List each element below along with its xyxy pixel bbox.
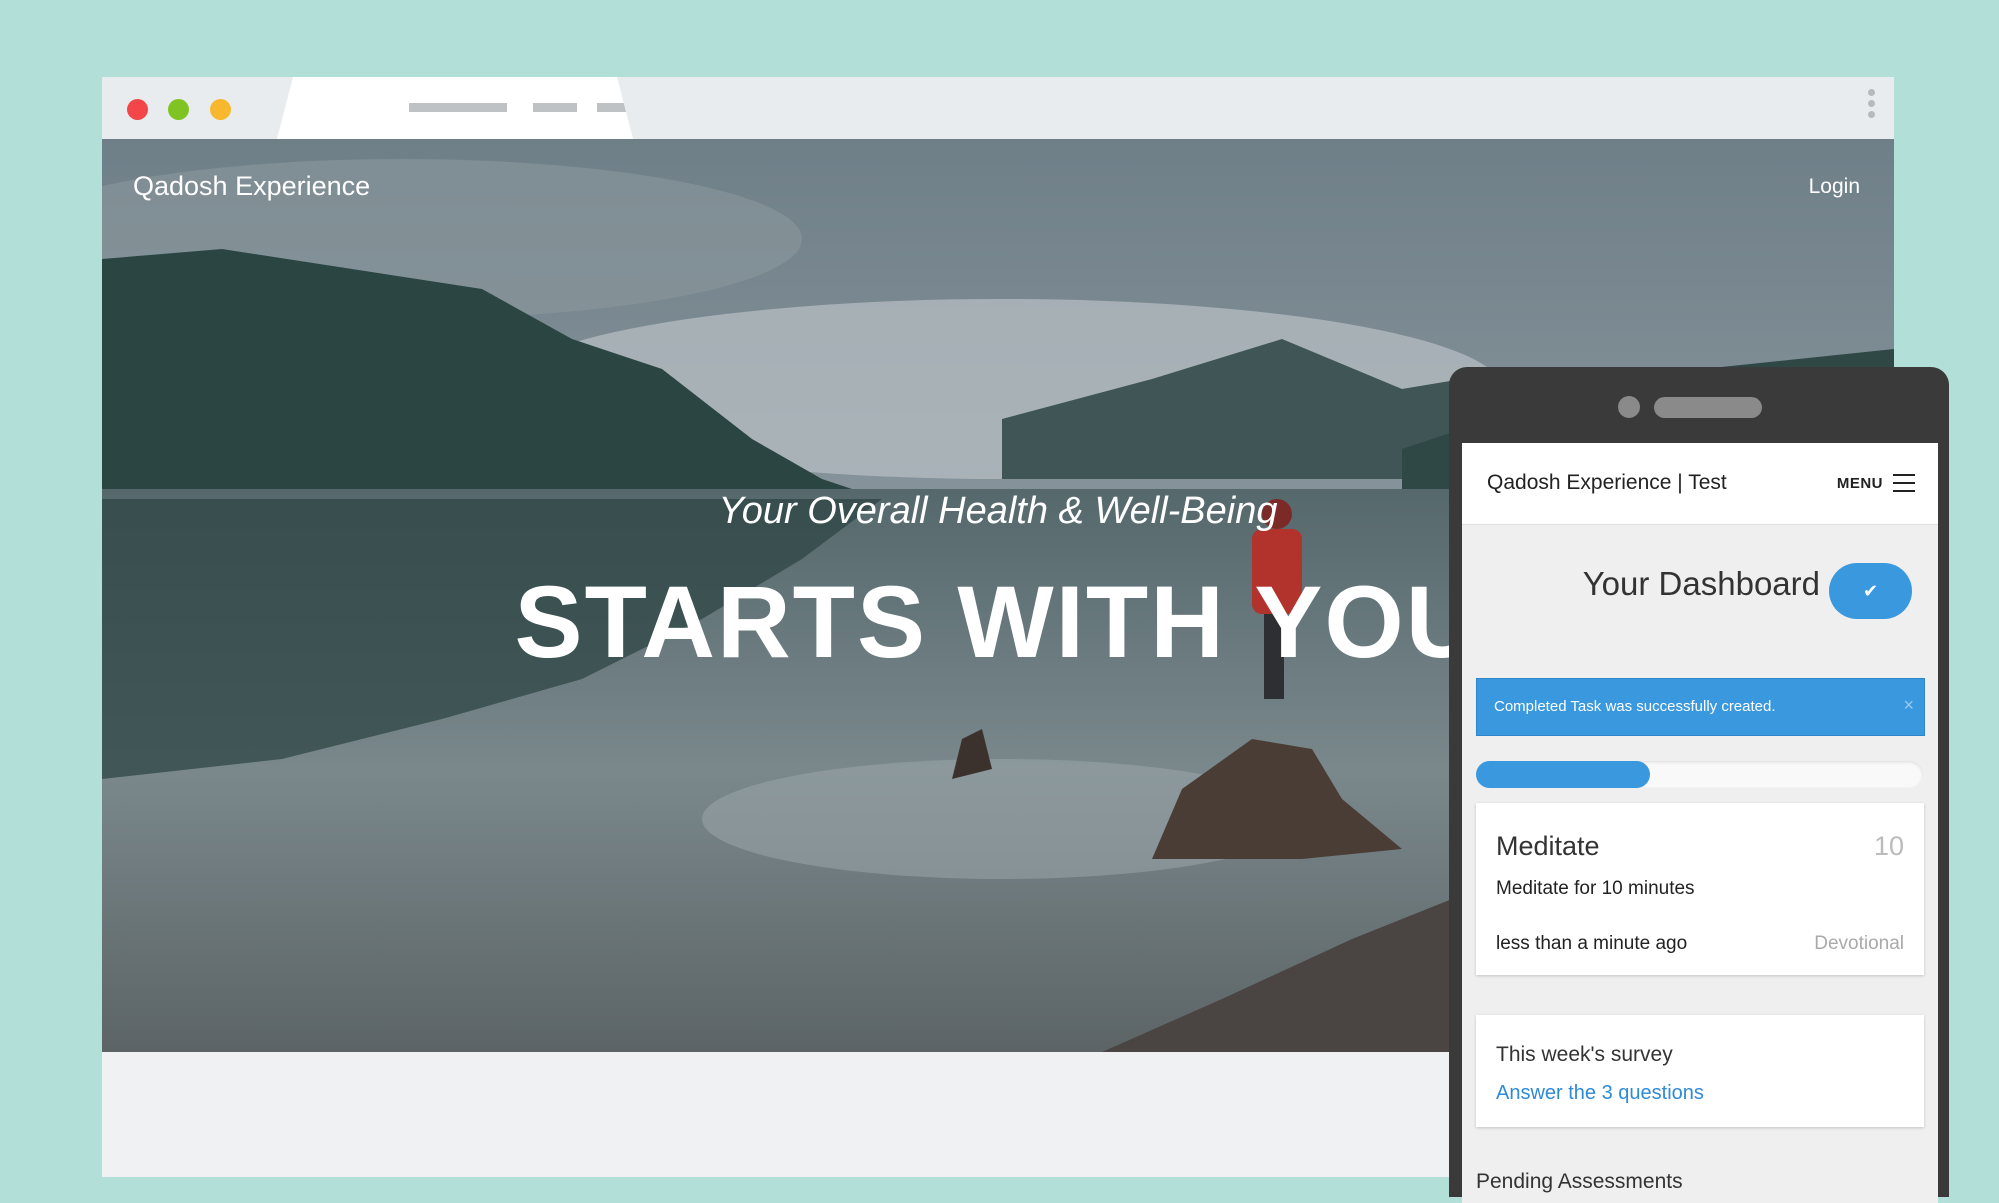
dashboard-title: Your Dashboard (1582, 565, 1820, 602)
answer-survey-link[interactable]: Answer the 3 questions (1496, 1082, 1704, 1105)
site-brand[interactable]: Qadosh Experience (133, 171, 370, 202)
maximize-window-button[interactable] (168, 99, 189, 120)
browser-tab[interactable] (277, 77, 633, 139)
check-icon: ✔ (1862, 581, 1879, 601)
close-icon[interactable]: × (1903, 695, 1914, 716)
survey-card: This week's survey Answer the 3 question… (1476, 1015, 1924, 1127)
login-link[interactable]: Login (1809, 175, 1860, 199)
menu-button-label[interactable]: MENU (1837, 475, 1883, 492)
pending-assessments-heading: Pending Assessments (1476, 1170, 1683, 1193)
phone-speaker (1654, 397, 1762, 418)
tab-placeholder-bar (597, 103, 633, 112)
task-points: 10 (1873, 831, 1904, 861)
browser-toolbar (102, 77, 1894, 139)
task-description: Meditate for 10 minutes (1496, 878, 1695, 899)
success-alert: Completed Task was successfully created.… (1476, 678, 1925, 736)
app-title[interactable]: Qadosh Experience | Test (1487, 471, 1727, 495)
task-category: Devotional (1814, 933, 1904, 954)
tab-placeholder-bar (409, 103, 507, 112)
phone-camera (1618, 396, 1640, 418)
phone-screen: Qadosh Experience | Test MENU Your Dashb… (1462, 443, 1938, 1203)
tab-placeholder-bar (533, 103, 577, 112)
kebab-icon[interactable] (1866, 89, 1876, 127)
survey-title: This week's survey (1496, 1043, 1673, 1066)
progress-bar (1476, 761, 1923, 788)
minimize-window-button[interactable] (210, 99, 231, 120)
app-header: Qadosh Experience | Test MENU (1462, 443, 1938, 525)
alert-message: Completed Task was successfully created. (1494, 698, 1776, 715)
phone-mockup: Qadosh Experience | Test MENU Your Dashb… (1449, 367, 1949, 1203)
hamburger-menu-icon[interactable] (1893, 474, 1915, 492)
progress-fill (1476, 761, 1651, 788)
task-card[interactable]: Meditate 10 Meditate for 10 minutes less… (1476, 803, 1924, 975)
complete-task-button[interactable]: ✔ (1829, 563, 1912, 619)
task-timestamp: less than a minute ago (1496, 933, 1688, 954)
task-title: Meditate (1496, 831, 1600, 861)
close-window-button[interactable] (127, 99, 148, 120)
